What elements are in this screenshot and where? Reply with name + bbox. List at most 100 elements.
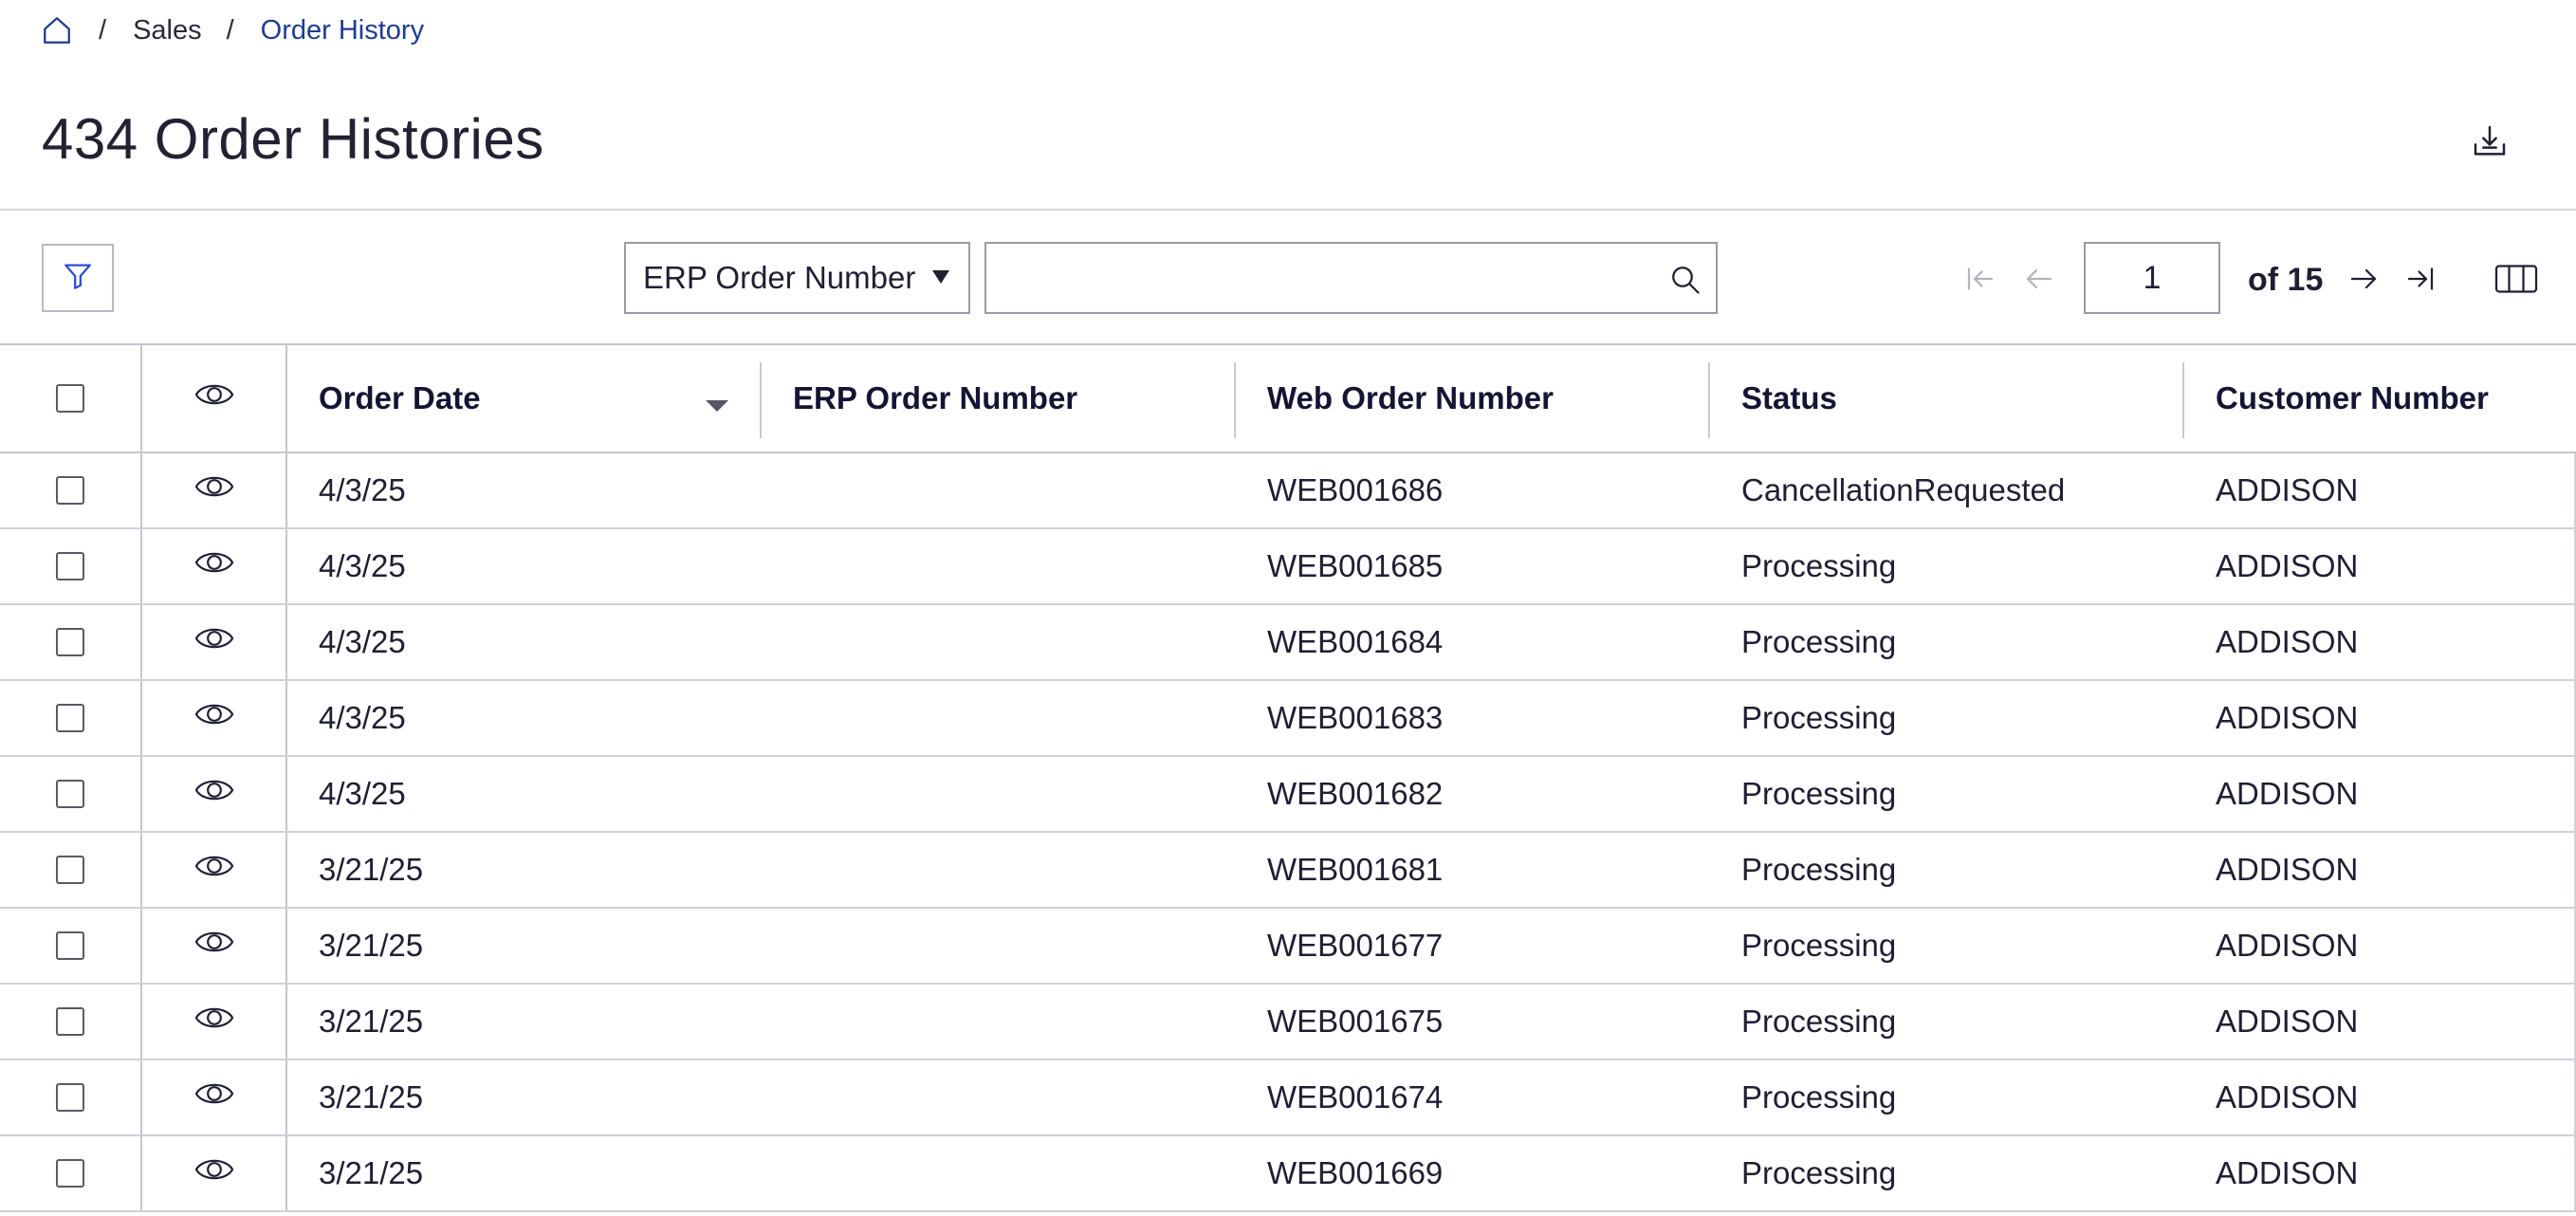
row-select-cell	[0, 605, 142, 679]
table-header: Order Date ERP Order Number Web Order Nu…	[0, 343, 2576, 453]
cell-status: Processing	[1741, 1004, 1897, 1039]
next-page-icon[interactable]	[2343, 258, 2384, 300]
column-header-status[interactable]: Status	[1710, 345, 2184, 451]
row-checkbox[interactable]	[56, 1083, 84, 1112]
previous-page-icon[interactable]	[2018, 258, 2060, 300]
row-checkbox[interactable]	[56, 476, 84, 505]
cell-erp-order-number	[762, 909, 1236, 983]
table-row[interactable]: 3/21/25 WEB001669 Processing ADDISON	[0, 1136, 2576, 1212]
row-checkbox[interactable]	[56, 780, 84, 808]
table-row[interactable]: 3/21/25 WEB001681 Processing ADDISON	[0, 833, 2576, 909]
row-checkbox[interactable]	[56, 931, 84, 960]
row-view-cell	[142, 757, 287, 831]
cell-order-date: 3/21/25	[319, 928, 424, 963]
cell-status: Processing	[1741, 700, 1897, 735]
cell-status: Processing	[1741, 1079, 1897, 1115]
row-select-cell	[0, 681, 142, 755]
row-checkbox[interactable]	[56, 628, 84, 656]
table-row[interactable]: 4/3/25 WEB001684 Processing ADDISON	[0, 605, 2576, 681]
cell-web-order-number: WEB001681	[1267, 852, 1444, 887]
row-view-cell	[142, 605, 287, 679]
column-header-customer-number[interactable]: Customer Number	[2184, 345, 2576, 451]
table-row[interactable]: 4/3/25 WEB001682 Processing ADDISON	[0, 757, 2576, 833]
row-select-cell	[0, 833, 142, 907]
page-count-label: of 15	[2248, 262, 2324, 298]
row-select-cell	[0, 985, 142, 1059]
eye-icon[interactable]	[193, 928, 235, 964]
search-input[interactable]	[986, 244, 1716, 312]
table-row[interactable]: 4/3/25 WEB001683 Processing ADDISON	[0, 681, 2576, 757]
breadcrumb-item-order-history: Order History	[260, 14, 425, 46]
row-checkbox[interactable]	[56, 856, 84, 884]
cell-order-date: 3/21/25	[319, 852, 424, 887]
cell-customer-number: ADDISON	[2184, 757, 2576, 831]
column-header-erp-order-number[interactable]: ERP Order Number	[762, 345, 1236, 451]
search-icon[interactable]	[1668, 263, 1702, 297]
column-header-label: Web Order Number	[1267, 380, 1554, 415]
row-view-cell	[142, 909, 287, 983]
row-checkbox[interactable]	[56, 1159, 84, 1188]
filter-button[interactable]	[42, 244, 114, 312]
cell-order-date: 4/3/25	[319, 472, 406, 507]
column-header-label: Customer Number	[2216, 380, 2489, 415]
eye-icon[interactable]	[193, 1079, 235, 1115]
table-row[interactable]: 3/21/25 WEB001677 Processing ADDISON	[0, 909, 2576, 985]
breadcrumb-separator: /	[99, 14, 107, 46]
eye-icon[interactable]	[193, 700, 235, 736]
row-select-cell	[0, 757, 142, 831]
cell-erp-order-number	[762, 833, 1236, 907]
cell-status: Processing	[1741, 548, 1897, 583]
cell-customer-number: ADDISON	[2184, 529, 2576, 603]
cell-status: Processing	[1741, 1155, 1897, 1190]
filter-icon	[62, 260, 94, 297]
row-view-cell	[142, 1136, 287, 1210]
eye-icon[interactable]	[193, 1155, 235, 1191]
breadcrumb-separator: /	[226, 14, 234, 46]
row-select-cell	[0, 529, 142, 603]
breadcrumb-item-sales[interactable]: Sales	[133, 15, 202, 46]
table-row[interactable]: 4/3/25 WEB001685 Processing ADDISON	[0, 529, 2576, 605]
row-checkbox[interactable]	[56, 552, 84, 580]
cell-customer-number: ADDISON	[2184, 833, 2576, 907]
cell-status: Processing	[1741, 624, 1897, 659]
column-header-order-date[interactable]: Order Date	[287, 345, 762, 451]
eye-icon[interactable]	[193, 852, 235, 888]
first-page-icon[interactable]	[1960, 258, 2001, 300]
search-field-select[interactable]: ERP Order Number	[624, 242, 970, 314]
breadcrumb: / Sales / Order History	[40, 13, 424, 47]
select-all-checkbox[interactable]	[56, 384, 84, 413]
cell-status: Processing	[1741, 928, 1897, 963]
cell-erp-order-number	[762, 453, 1236, 527]
cell-order-date: 4/3/25	[319, 548, 406, 583]
cell-status: Processing	[1741, 776, 1897, 811]
row-select-cell	[0, 909, 142, 983]
home-icon[interactable]	[40, 13, 74, 47]
eye-icon[interactable]	[193, 1004, 235, 1040]
eye-icon[interactable]	[193, 548, 235, 584]
download-icon[interactable]	[2466, 118, 2513, 165]
cell-customer-number: ADDISON	[2184, 453, 2576, 527]
row-checkbox[interactable]	[56, 1007, 84, 1036]
cell-customer-number: ADDISON	[2184, 1060, 2576, 1134]
page-number-input[interactable]	[2084, 242, 2220, 314]
row-checkbox[interactable]	[56, 704, 84, 732]
cell-web-order-number: WEB001675	[1267, 1004, 1444, 1039]
eye-icon[interactable]	[193, 624, 235, 660]
eye-icon[interactable]	[193, 776, 235, 812]
search-field-selected-value: ERP Order Number	[643, 260, 916, 295]
column-header-label: Status	[1741, 380, 1837, 415]
last-page-icon[interactable]	[2400, 258, 2441, 300]
table-row[interactable]: 3/21/25 WEB001674 Processing ADDISON	[0, 1060, 2576, 1136]
table-row[interactable]: 4/3/25 WEB001686 CancellationRequested A…	[0, 453, 2576, 529]
columns-icon[interactable]	[2493, 258, 2540, 300]
table-row[interactable]: 3/21/25 WEB001675 Processing ADDISON	[0, 985, 2576, 1060]
sort-descending-icon[interactable]	[706, 400, 728, 412]
cell-web-order-number: WEB001674	[1267, 1079, 1444, 1115]
cell-order-date: 4/3/25	[319, 776, 406, 811]
cell-web-order-number: WEB001684	[1267, 624, 1444, 659]
row-view-cell	[142, 681, 287, 755]
eye-icon[interactable]	[193, 472, 235, 508]
cell-status: CancellationRequested	[1741, 472, 2066, 507]
column-header-web-order-number[interactable]: Web Order Number	[1236, 345, 1710, 451]
eye-icon	[193, 380, 235, 416]
